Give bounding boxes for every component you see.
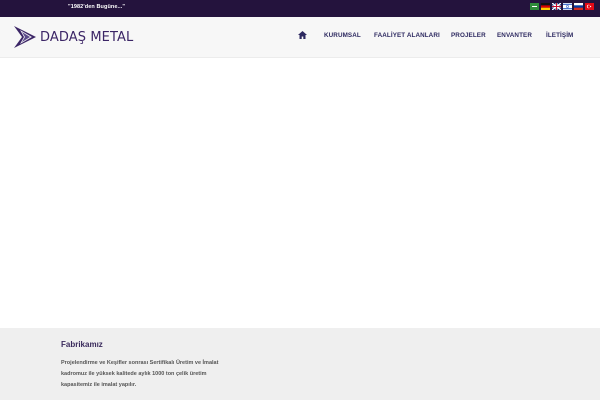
russia-flag-icon[interactable] [574,3,583,10]
footer-description: Projelendirme ve Keşifler sonrası Sertif… [61,360,219,388]
german-flag-icon[interactable] [541,3,550,10]
top-bar: "1982'den Bugüne..." [0,0,600,17]
nav-item-projeler[interactable]: PROJELER [451,32,486,39]
nav-item-iletisim[interactable]: İLETİŞİM [546,32,573,39]
turkey-flag-icon[interactable] [585,3,594,10]
language-selector [530,3,594,10]
home-icon[interactable] [298,31,307,39]
main-nav: KURUMSAL FAALİYET ALANLARI PROJELER ENVA… [0,31,600,44]
slogan: "1982'den Bugüne..." [68,4,126,10]
nav-item-faaliyet-alanlari[interactable]: FAALİYET ALANLARI [374,32,440,39]
hero-area [0,58,600,328]
nav-item-envanter[interactable]: ENVANTER [497,32,532,39]
uk-flag-icon[interactable] [552,3,561,10]
israel-flag-icon[interactable] [563,3,572,10]
footer-title: Fabrikamız [61,340,103,349]
arabic-flag-icon[interactable] [530,3,539,10]
header: DADAŞ METAL KURUMSAL FAALİYET ALANLARI P… [0,17,600,58]
footer: Fabrikamız Projelendirme ve Keşifler son… [0,328,600,400]
nav-item-kurumsal[interactable]: KURUMSAL [324,32,361,39]
